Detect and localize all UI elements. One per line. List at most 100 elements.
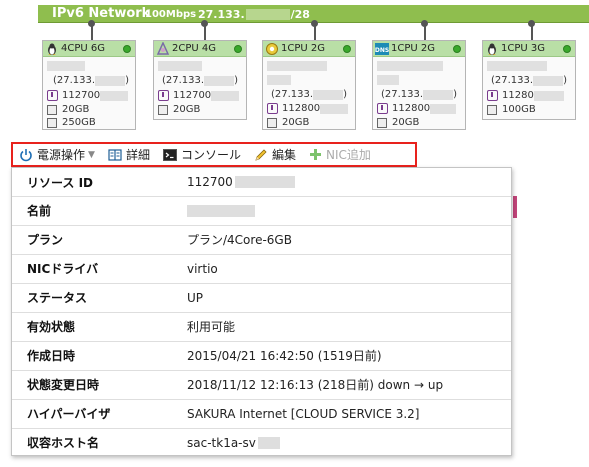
gear-os-icon xyxy=(266,43,278,55)
disk-icon xyxy=(47,104,57,115)
detail-value: SAKURA Internet [CLOUD SERVICE 3.2] xyxy=(187,406,420,421)
server-ip: (27.133.) xyxy=(381,89,457,100)
edit-button[interactable]: 編集 xyxy=(254,146,296,163)
status-led-icon xyxy=(123,45,131,53)
status-led-icon xyxy=(563,45,571,53)
server-disk: 20GB xyxy=(377,117,419,128)
detail-key: 作成日時 xyxy=(27,349,76,363)
detail-button[interactable]: 詳細 xyxy=(108,146,150,163)
book-icon xyxy=(108,148,122,161)
id-card-icon xyxy=(377,103,388,114)
server-ip: (27.133.) xyxy=(53,75,129,86)
status-led-icon xyxy=(453,45,461,53)
terminal-icon xyxy=(162,148,177,161)
masked-name xyxy=(47,61,85,71)
linux-penguin-icon xyxy=(48,43,56,55)
connector-dot xyxy=(528,20,535,27)
server-disk: 250GB xyxy=(47,117,96,128)
linux-penguin-icon xyxy=(488,43,496,55)
server-card-header: DNS 1CPU 2G xyxy=(373,41,465,57)
server-detail-panel: リソース ID 112700 名前 プラン プラン/4Core-6GB NICド… xyxy=(11,167,512,456)
power-icon xyxy=(20,148,32,161)
detail-key: 収容ホスト名 xyxy=(27,436,100,450)
detail-value: プラン/4Core-6GB xyxy=(187,233,292,247)
disk-icon xyxy=(267,117,277,128)
status-led-icon xyxy=(343,45,351,53)
id-card-icon xyxy=(267,103,278,114)
server-id: 112700 xyxy=(47,90,129,101)
centos-icon xyxy=(156,42,170,55)
side-tab-marker xyxy=(513,196,517,218)
disk-icon xyxy=(487,104,497,115)
server-ip: (27.133.) xyxy=(271,89,347,100)
pencil-icon xyxy=(255,148,267,161)
detail-key: NICドライバ xyxy=(27,262,99,276)
id-card-icon xyxy=(158,90,169,101)
detail-key: 名前 xyxy=(27,204,52,218)
server-ip: (27.133.) xyxy=(162,75,238,86)
id-card-icon xyxy=(487,90,498,101)
svg-text:DNS: DNS xyxy=(375,47,389,54)
detail-row-name: 名前 xyxy=(12,196,511,224)
detail-row-resource-id: リソース ID 112700 xyxy=(12,168,511,196)
disk-icon xyxy=(47,117,57,128)
connector-dot xyxy=(311,20,318,27)
server-disk: 20GB xyxy=(158,104,200,115)
detail-key: 有効状態 xyxy=(27,320,76,334)
server-disk: 100GB xyxy=(487,104,536,115)
detail-value: 2018/11/12 12:16:13 (218日前) down → up xyxy=(187,378,444,392)
server-card[interactable]: 4CPU 6G (27.133.) 112700 20GB 250GB xyxy=(42,40,136,130)
server-card-header: 1CPU 2G xyxy=(263,41,355,57)
server-spec: 1CPU 2G xyxy=(391,43,435,54)
masked-name xyxy=(377,61,443,71)
network-title: IPv6 Network xyxy=(52,6,151,21)
plus-icon xyxy=(309,149,321,160)
server-disk: 20GB xyxy=(267,117,309,128)
server-card-header: 2CPU 4G xyxy=(154,41,246,57)
server-card[interactable]: 1CPU 2G (27.133.) 112800 20GB xyxy=(262,40,356,130)
masked-value xyxy=(257,436,280,449)
detail-value xyxy=(187,204,255,217)
console-button[interactable]: コンソール xyxy=(162,146,241,163)
masked-name xyxy=(158,61,202,71)
status-led-icon xyxy=(234,45,242,53)
detail-value: UP xyxy=(187,290,204,305)
server-disk: 20GB xyxy=(47,104,89,115)
power-menu-button[interactable]: 電源操作 ▼ xyxy=(19,146,95,163)
detail-value: 2015/04/21 16:42:50 (1519日前) xyxy=(187,349,382,363)
detail-row-created: 作成日時 2015/04/21 16:42:50 (1519日前) xyxy=(12,341,511,369)
server-action-toolbar: 電源操作 ▼ 詳細 コンソール 編集 NIC追加 xyxy=(11,142,417,167)
masked-ip xyxy=(245,9,290,20)
disk-icon xyxy=(377,117,387,128)
server-spec: 4CPU 6G xyxy=(61,43,105,54)
detail-row-host-name: 収容ホスト名 sac-tk1a-sv xyxy=(12,428,511,456)
edit-label: 編集 xyxy=(271,148,296,162)
dns-icon: DNS xyxy=(375,43,389,55)
masked-name xyxy=(487,61,547,71)
server-card[interactable]: DNS 1CPU 2G (27.133.) 112800 20GB xyxy=(372,40,466,130)
detail-row-availability: 有効状態 利用可能 xyxy=(12,312,511,340)
server-ip: (27.133.) xyxy=(491,75,567,86)
detail-value: 112700 xyxy=(187,175,295,189)
server-spec: 1CPU 3G xyxy=(501,43,545,54)
server-spec: 2CPU 4G xyxy=(172,43,216,54)
detail-key: ハイパーバイザ xyxy=(27,407,111,421)
add-nic-button[interactable]: NIC追加 xyxy=(309,146,371,163)
server-id: 112800 xyxy=(377,103,457,114)
detail-row-plan: プラン プラン/4Core-6GB xyxy=(12,225,511,253)
detail-key: リソース ID xyxy=(27,175,94,190)
server-card[interactable]: 1CPU 3G (27.133.) 11280 100GB xyxy=(482,40,576,120)
detail-row-hypervisor: ハイパーバイザ SAKURA Internet [CLOUD SERVICE 3… xyxy=(12,399,511,427)
detail-row-status-changed: 状態変更日時 2018/11/12 12:16:13 (218日前) down … xyxy=(12,370,511,398)
server-id: 112800 xyxy=(267,103,349,114)
server-card-header: 1CPU 3G xyxy=(483,41,575,57)
detail-row-nic-driver: NICドライバ virtio xyxy=(12,254,511,282)
masked-name xyxy=(267,61,327,71)
connector-dot xyxy=(421,20,428,27)
id-card-icon xyxy=(47,90,58,101)
server-card-header: 4CPU 6G xyxy=(43,41,135,57)
detail-value: virtio xyxy=(187,261,218,276)
connector-dot xyxy=(201,20,208,27)
server-card[interactable]: 2CPU 4G (27.133.) 112700 20GB xyxy=(153,40,247,120)
masked-value xyxy=(187,204,255,217)
